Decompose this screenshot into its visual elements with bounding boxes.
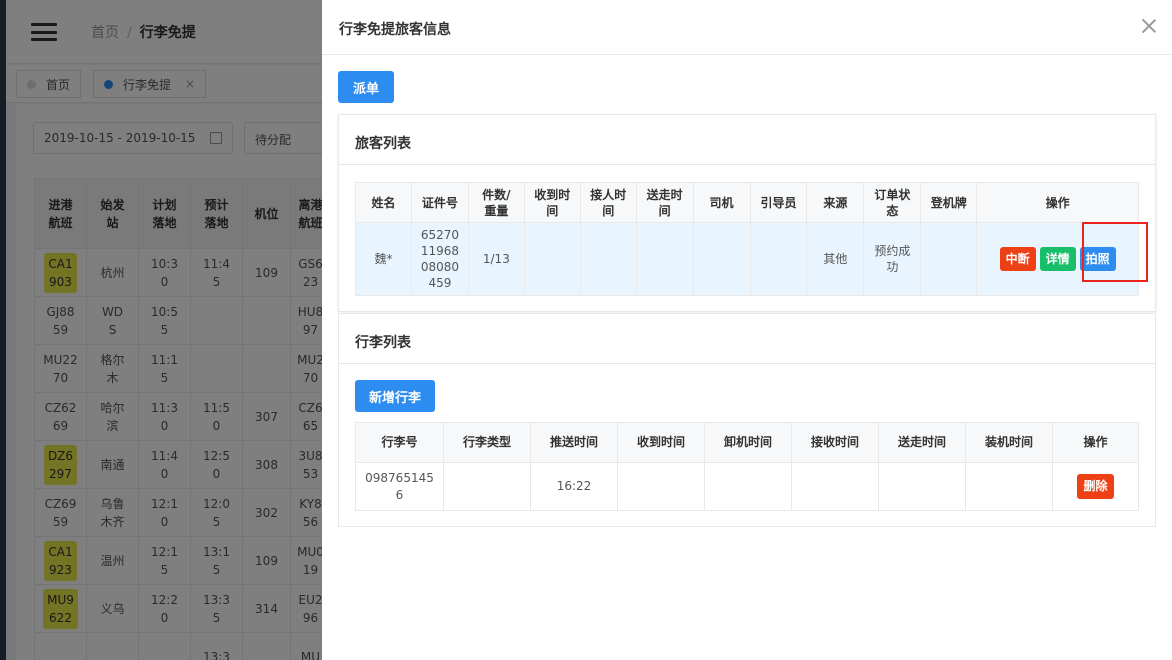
passenger-table: 姓名 证件号 件数/重量 收到时间接人时间送走时间司机 引导员 来源 订单状态登机牌 操作 魏… xyxy=(355,182,1139,296)
baggage-table-header: 操作 xyxy=(1052,422,1139,463)
passenger-name: 魏* xyxy=(355,222,412,296)
detail-button[interactable]: 详情 xyxy=(1039,247,1076,271)
passenger-table-header: 送走时间 xyxy=(635,182,694,223)
baggage-table-header: 行李号 xyxy=(355,422,444,463)
divider xyxy=(322,54,1172,55)
bag-load-time xyxy=(965,462,1053,511)
passenger-count-weight: 1/13 xyxy=(467,222,525,296)
baggage-table-header: 接收时间 xyxy=(791,422,879,463)
passenger-card: 旅客列表 姓名 证件号 件数/重量 收到时间接人时间送走时间司机 引导员 来源 订单状态登机… xyxy=(338,114,1156,312)
table-row: 098765145 6 16:22 删除 xyxy=(355,462,1139,511)
passenger-pickup-time xyxy=(579,222,637,296)
bag-type xyxy=(443,462,531,511)
passenger-boarding-pass xyxy=(920,222,978,296)
passenger-table-header: 订单状态 xyxy=(863,182,922,223)
bag-unload-time xyxy=(704,462,792,511)
baggage-table-header: 送走时间 xyxy=(878,422,966,463)
annotation-highlight-box xyxy=(1082,222,1148,282)
bag-number: 098765145 6 xyxy=(355,462,444,511)
passenger-table-header: 操作 xyxy=(976,182,1139,223)
passenger-source: 其他 xyxy=(806,222,865,296)
bag-received-time xyxy=(617,462,705,511)
bag-push-time: 16:22 xyxy=(530,462,618,511)
passenger-table-header: 引导员 xyxy=(749,182,808,223)
passenger-list-title: 旅客列表 xyxy=(339,115,1155,165)
baggage-list-title: 行李列表 xyxy=(339,314,1155,364)
baggage-card: 行李列表 新增行李 行李号 行李类型 推送时间 收到时间 卸机时间 接收时间 送走时间 装机时… xyxy=(338,313,1156,527)
passenger-driver xyxy=(692,222,751,296)
bag-actions: 删除 xyxy=(1052,462,1139,511)
baggage-table-header: 推送时间 xyxy=(530,422,618,463)
passenger-guide xyxy=(749,222,808,296)
table-row: 魏* 65270 11968 08080 459 1/13 其他 预约成功 中断 详情拍… xyxy=(355,222,1139,296)
baggage-table-header: 收到时间 xyxy=(617,422,705,463)
passenger-received-time xyxy=(523,222,581,296)
passenger-table-header: 件数/重量 xyxy=(467,182,525,223)
passenger-table-header: 登机牌 xyxy=(920,182,978,223)
passenger-drawer: 行李免提旅客信息 派单 旅客列表 姓名 证件号 件数/重量 收到时间接人时间送走时间司… xyxy=(322,0,1172,660)
passenger-sent-time xyxy=(635,222,694,296)
baggage-table-header: 行李类型 xyxy=(443,422,531,463)
dispatch-button[interactable]: 派单 xyxy=(338,71,394,103)
passenger-table-header: 接人时间 xyxy=(579,182,637,223)
bag-accept-time xyxy=(791,462,879,511)
passenger-table-header: 司机 xyxy=(692,182,751,223)
passenger-table-header: 证件号 xyxy=(410,182,469,223)
interrupt-button[interactable]: 中断 xyxy=(999,247,1036,271)
drawer-title: 行李免提旅客信息 xyxy=(339,22,451,38)
baggage-table-header: 卸机时间 xyxy=(704,422,792,463)
passenger-id-number: 65270 11968 08080 459 xyxy=(410,222,469,296)
bag-sent-time xyxy=(878,462,966,511)
passenger-table-header: 来源 xyxy=(806,182,865,223)
passenger-table-header: 收到时间 xyxy=(523,182,581,223)
passenger-order-status: 预约成功 xyxy=(863,222,922,296)
baggage-table-header: 装机时间 xyxy=(965,422,1053,463)
close-icon[interactable] xyxy=(1141,18,1157,34)
passenger-table-header: 姓名 xyxy=(355,182,412,223)
baggage-table: 行李号 行李类型 推送时间 收到时间 卸机时间 接收时间 送走时间 装机时间 操作 098765… xyxy=(355,422,1139,511)
add-baggage-button[interactable]: 新增行李 xyxy=(355,380,435,412)
delete-button[interactable]: 删除 xyxy=(1077,474,1114,499)
